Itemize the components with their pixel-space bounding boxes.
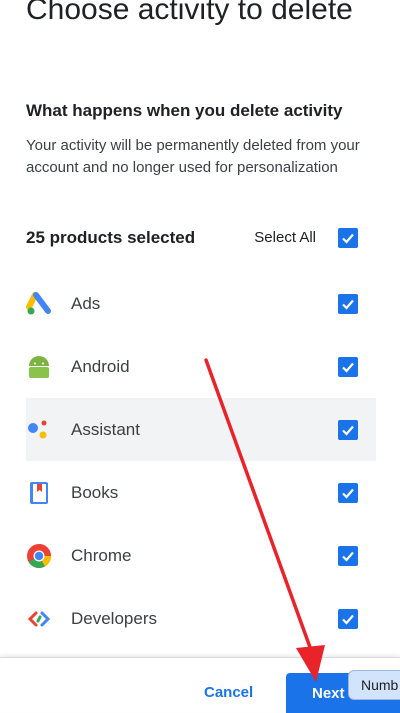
checkmark-icon xyxy=(342,614,354,625)
google-books-icon xyxy=(26,480,52,506)
product-label: Chrome xyxy=(71,546,132,565)
chrome-icon xyxy=(26,543,52,569)
product-checkbox[interactable] xyxy=(338,420,358,440)
checkmark-icon xyxy=(342,425,354,436)
product-list: Ads Android Assistant Books Chrome Devel… xyxy=(26,272,376,650)
product-checkbox[interactable] xyxy=(338,357,358,377)
product-label: Books xyxy=(71,483,119,502)
selection-summary: 25 products selected Select All xyxy=(26,222,362,254)
tooltip: Numb xyxy=(348,670,400,700)
google-ads-icon xyxy=(26,291,52,317)
product-item-assistant[interactable]: Assistant xyxy=(26,398,376,461)
checkmark-icon xyxy=(342,299,354,310)
select-all-label[interactable]: Select All xyxy=(254,229,316,246)
select-all-checkbox[interactable] xyxy=(338,228,358,248)
next-button-label: Next xyxy=(312,685,345,702)
product-checkbox[interactable] xyxy=(338,546,358,566)
product-label: Assistant xyxy=(71,420,140,439)
product-item-android[interactable]: Android xyxy=(26,335,376,398)
product-checkbox[interactable] xyxy=(338,609,358,629)
google-developers-icon xyxy=(26,606,52,632)
checkmark-icon xyxy=(342,551,354,562)
product-checkbox[interactable] xyxy=(338,294,358,314)
selected-count: 25 products selected xyxy=(26,228,196,247)
product-item-ads[interactable]: Ads xyxy=(26,272,376,335)
checkmark-icon xyxy=(342,233,354,244)
checkmark-icon xyxy=(342,488,354,499)
section-description: Your activity will be permanently delete… xyxy=(26,137,360,176)
product-item-developers[interactable]: Developers xyxy=(26,587,376,650)
product-item-chrome[interactable]: Chrome xyxy=(26,524,376,587)
checkmark-icon xyxy=(342,362,354,373)
action-bar: Cancel Next xyxy=(0,657,400,713)
product-label: Developers xyxy=(71,609,157,628)
product-label: Android xyxy=(71,357,130,376)
page-title: Choose activity to delete xyxy=(26,0,353,26)
google-assistant-icon xyxy=(26,417,52,443)
product-label: Ads xyxy=(71,294,101,313)
cancel-button[interactable]: Cancel xyxy=(204,684,253,701)
product-item-books[interactable]: Books xyxy=(26,461,376,524)
android-icon xyxy=(26,354,52,380)
tooltip-text: Numb xyxy=(361,677,399,693)
product-checkbox[interactable] xyxy=(338,483,358,503)
section-heading: What happens when you delete activity xyxy=(26,101,343,120)
